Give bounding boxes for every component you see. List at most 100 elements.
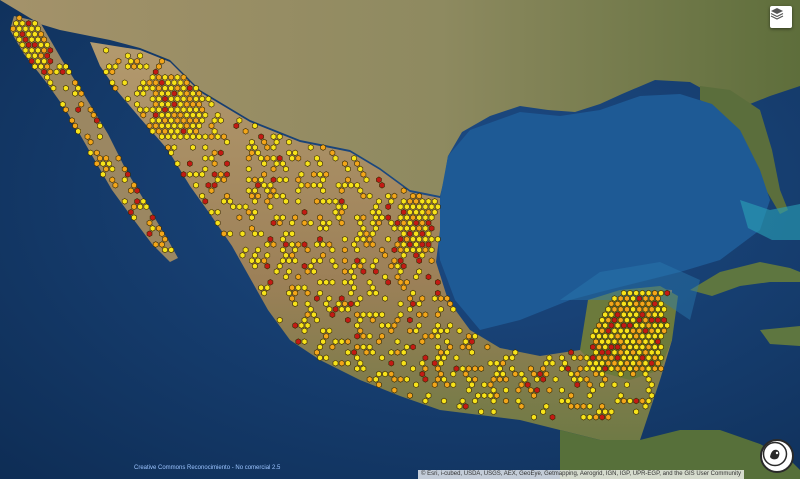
occurrence-hex-marker — [391, 246, 398, 254]
occurrence-hex-marker — [283, 241, 289, 248]
occurrence-hex-marker — [493, 370, 500, 378]
occurrence-hex-marker — [425, 219, 432, 227]
occurrence-hex-marker — [620, 322, 627, 329]
occurrence-hex-marker — [270, 176, 277, 184]
occurrence-hex-marker — [400, 262, 407, 270]
occurrence-hex-marker — [633, 397, 640, 405]
occurrence-hex-marker — [190, 122, 196, 130]
occurrence-hex-marker — [249, 225, 255, 232]
occurrence-hex-marker — [218, 149, 224, 157]
occurrence-hex-marker — [360, 225, 367, 232]
occurrence-hex-marker — [645, 365, 652, 372]
occurrence-hex-marker — [357, 327, 364, 335]
occurrence-hex-marker — [292, 289, 299, 297]
occurrence-hex-marker — [156, 84, 162, 92]
occurrence-hex-marker — [620, 311, 627, 318]
occurrence-hex-marker — [25, 20, 32, 27]
occurrence-hex-marker — [438, 370, 444, 378]
occurrence-hex-marker — [239, 230, 246, 238]
occurrence-hex-marker — [568, 370, 574, 378]
basemap-attribution: © Esri, i-cubed, USDA, USGS, AEX, GeoEye… — [418, 470, 744, 479]
occurrence-hex-marker — [180, 117, 187, 124]
occurrence-hex-marker — [379, 311, 385, 318]
license-attribution[interactable]: Creative Commons Reconocimiento - No com… — [134, 465, 280, 471]
occurrence-hex-marker — [434, 322, 441, 329]
occurrence-hex-marker — [35, 47, 41, 54]
occurrence-hex-marker — [416, 268, 423, 275]
occurrence-hex-marker — [410, 214, 416, 221]
occurrence-hex-marker — [382, 370, 388, 378]
occurrence-hex-marker — [379, 181, 385, 189]
occurrence-hex-marker — [286, 268, 292, 275]
occurrence-hex-marker — [78, 90, 85, 97]
occurrence-hex-marker — [270, 165, 277, 173]
occurrence-hex-marker — [245, 187, 252, 194]
occurrence-hex-marker — [199, 95, 205, 103]
occurrence-hex-marker — [611, 349, 618, 356]
occurrence-hex-marker — [165, 133, 171, 140]
occurrence-hex-marker — [645, 343, 652, 351]
occurrence-hex-marker — [410, 246, 416, 254]
occurrence-hex-marker — [419, 359, 426, 367]
occurrence-hex-marker — [97, 154, 103, 162]
occurrence-hex-marker — [558, 354, 565, 362]
occurrence-hex-marker — [354, 300, 361, 308]
occurrence-hex-marker — [376, 198, 382, 205]
occurrence-hex-marker — [66, 68, 72, 76]
license-link[interactable]: Creative Commons Reconocimiento - No com… — [134, 465, 280, 471]
occurrence-hex-marker — [109, 68, 116, 76]
occurrence-hex-marker — [617, 359, 624, 367]
occurrence-hex-marker — [301, 219, 308, 227]
map-view[interactable]: Creative Commons Reconocimiento - No com… — [0, 0, 800, 479]
occurrence-hex-marker — [422, 365, 429, 372]
occurrence-hex-marker — [583, 365, 590, 372]
occurrence-hex-marker — [503, 354, 509, 362]
occurrence-hex-marker — [407, 316, 413, 324]
occurrence-hex-marker — [357, 230, 364, 238]
occurrence-hex-marker — [366, 332, 373, 340]
occurrence-hex-marker — [252, 144, 258, 151]
occurrence-hex-marker — [156, 95, 162, 103]
occurrence-hex-marker — [211, 128, 218, 135]
occurrence-hex-marker — [301, 338, 308, 345]
occurrence-hex-marker — [261, 181, 268, 189]
occurrence-hex-marker — [162, 235, 168, 243]
occurrence-hex-marker — [87, 138, 94, 146]
occurrence-hex-marker — [611, 295, 618, 302]
occurrence-hex-marker — [385, 279, 392, 286]
occurrence-hex-marker — [165, 79, 171, 86]
layers-button[interactable] — [770, 6, 792, 28]
occurrence-hex-marker — [279, 246, 286, 254]
occurrence-hex-marker — [351, 241, 357, 248]
occurrence-hex-marker — [400, 219, 407, 227]
occurrence-hex-marker — [416, 225, 423, 232]
occurrence-hex-marker — [391, 192, 398, 200]
occurrence-hex-marker — [624, 306, 630, 313]
occurrence-hex-marker — [360, 235, 367, 243]
occurrence-hex-marker — [354, 235, 361, 243]
occurrence-hex-marker — [121, 198, 128, 205]
occurrence-hex-marker — [465, 343, 472, 351]
occurrence-hex-marker — [354, 257, 361, 264]
occurrence-hex-marker — [434, 203, 441, 211]
occurrence-hex-marker — [310, 268, 317, 275]
occurrence-hex-marker — [403, 203, 410, 211]
occurrence-hex-marker — [372, 311, 379, 318]
occurrence-hex-marker — [472, 332, 478, 340]
occurrence-hex-marker — [171, 79, 178, 86]
occurrence-hex-marker — [571, 354, 578, 362]
occurrence-hex-marker — [658, 311, 664, 318]
occurrence-hex-marker — [599, 349, 605, 356]
occurrence-hex-marker — [187, 117, 193, 124]
occurrence-hex-marker — [345, 176, 351, 184]
institution-logo[interactable] — [760, 439, 794, 473]
occurrence-hex-marker — [397, 376, 404, 383]
occurrence-hex-marker — [438, 295, 444, 302]
occurrence-hex-marker — [540, 365, 547, 372]
occurrence-hex-marker — [372, 225, 379, 232]
occurrence-hex-marker — [400, 241, 407, 248]
occurrence-hex-marker — [611, 327, 618, 335]
occurrence-hex-marker — [245, 154, 252, 162]
occurrence-hex-marker — [283, 176, 289, 184]
occurrence-hex-marker — [62, 63, 69, 70]
